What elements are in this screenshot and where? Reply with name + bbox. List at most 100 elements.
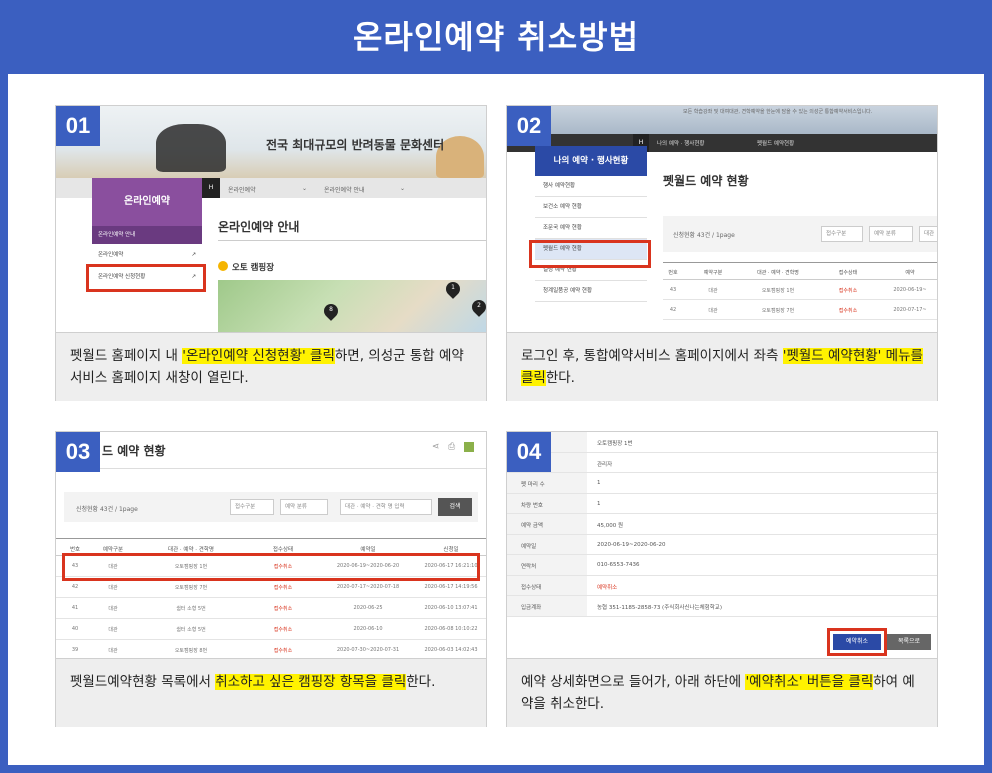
detail-label: 펫 마리 수 xyxy=(521,482,545,488)
banner: 전국 최대규모의 반려동물 문화센터 xyxy=(56,106,486,178)
share-icon[interactable]: ⋖ xyxy=(432,442,440,452)
detail-row: 관리자 xyxy=(507,452,937,473)
table-row[interactable]: 42 대관 오토캠핑장 7번 접수취소 2020-07-17~ xyxy=(663,300,937,320)
table-cell: 대관 xyxy=(108,585,118,591)
column-header: 예약일 xyxy=(360,547,376,553)
nav-item[interactable]: 온라인예약 안내 xyxy=(324,185,365,194)
table-cell: 41 xyxy=(71,605,79,611)
column-header: 접수상태 xyxy=(272,547,294,553)
step-03-screenshot: 03 드 예약 현황 ⋖ ⎙ 신청현황 43건 / 1page 접수구분 예약 … xyxy=(56,432,486,658)
sidebar-item[interactable]: 보건소 예약 현황 xyxy=(535,197,647,218)
column-header: 대관 · 예약 · 견학명 xyxy=(168,547,214,553)
caption-text: 한다. xyxy=(545,370,575,386)
table-cell: 접수취소 xyxy=(273,648,293,654)
table-cell: 접수취소 xyxy=(273,627,293,633)
detail-label: 입금계좌 xyxy=(521,605,542,611)
table-cell: 2020-06-19~ xyxy=(893,287,927,293)
step-number: 04 xyxy=(507,432,551,472)
sidebar-item[interactable]: 행사 예약현황 xyxy=(535,176,647,197)
type-select[interactable]: 예약 분류 xyxy=(280,499,328,515)
caption-highlight: 취소하고 싶은 캠핑장 항목을 클릭 xyxy=(215,674,407,690)
table-cell: 42 xyxy=(669,307,677,313)
detail-value: 1 xyxy=(597,480,601,486)
sidebar-item[interactable]: 온라인예약 ↗ xyxy=(92,244,202,266)
step-number: 01 xyxy=(56,106,100,146)
nav-item[interactable]: 온라인예약 xyxy=(228,185,256,194)
table-row[interactable]: 43 대관 오토캠핑장 1번 접수취소 2020-06-19~ xyxy=(663,280,937,300)
step-caption: 로그인 후, 통합예약서비스 홈페이지에서 좌측 '펫월드 예약현황' 메뉴를 … xyxy=(507,332,937,401)
nav-item[interactable]: 펫월드 예약현황 xyxy=(757,139,794,147)
table-row[interactable]: 39 대관 오토캠핑장 8번 접수취소 2020-07-30~2020-07-31 202… xyxy=(56,640,486,658)
count-text: 신청현황 43건 / 1page xyxy=(76,506,138,513)
table-header: 번호 예약구분 대관 · 예약 · 견학명 접수상태 예약 xyxy=(663,262,937,280)
detail-label: 차량 번호 xyxy=(521,502,543,509)
table-cell: 오토캠핑장 7번 xyxy=(174,585,208,591)
excel-icon[interactable] xyxy=(464,442,474,452)
step-card-01: 01 전국 최대규모의 반려동물 문화센터 H 온라인예약 ⌄ 온라인예약 안내… xyxy=(55,105,487,401)
home-icon[interactable]: H xyxy=(202,178,220,198)
category-select[interactable]: 접수구분 xyxy=(821,226,863,242)
category-select[interactable]: 접수구분 xyxy=(230,499,274,515)
reservation-table: 번호 예약구분 대관 · 예약 · 견학명 접수상태 예약 43 대관 오토캠핑장 1번 접수취… xyxy=(663,262,937,320)
sidebar-title: 온라인예약 xyxy=(92,178,202,226)
detail-label-cell xyxy=(507,514,587,534)
content-title: 온라인예약 안내 xyxy=(218,220,300,234)
print-icon[interactable]: ⎙ xyxy=(448,442,455,452)
table-cell: 대관 xyxy=(108,606,118,612)
table-cell: 대관 xyxy=(108,627,118,633)
sidebar-item[interactable]: 청계일품공 예약 현황 xyxy=(535,281,647,302)
banner: 모든 학습강좌 및 대여대관, 견학예약을 한눈에 담을 수 있는 의성군 통합… xyxy=(507,106,937,134)
table-cell: 쉼터 소형 5번 xyxy=(176,606,206,612)
table-cell: 오토캠핑장 7번 xyxy=(761,308,795,314)
table-row[interactable]: 40 대관 쉼터 소형 5번 접수취소 2020-06-10 2020-06-08 10:… xyxy=(56,619,486,640)
detail-value: 농협 351-1185-2858-73 (주식회사신나는체험학교) xyxy=(597,605,723,611)
table-cell: 43 xyxy=(669,287,677,293)
campsite-map: 1 2 8 xyxy=(218,279,486,332)
table-cell: 접수취소 xyxy=(273,585,293,591)
detail-value: 오토캠핑장 1번 xyxy=(597,441,633,447)
detail-label-cell xyxy=(507,534,587,554)
search-button[interactable]: 검색 xyxy=(438,498,472,516)
detail-label: 접수상태 xyxy=(521,584,542,591)
type-select[interactable]: 예약 분류 xyxy=(869,226,913,242)
column-header: 번호 xyxy=(69,547,81,553)
caption-text: 한다. xyxy=(406,674,436,690)
detail-row: 접수상태 예약취소 xyxy=(507,575,937,596)
sidebar-item[interactable]: 온라인예약 안내 xyxy=(92,226,202,244)
highlight-box xyxy=(529,240,651,268)
table-cell: 39 xyxy=(71,647,79,653)
table-cell: 대관 xyxy=(708,308,718,314)
detail-label-cell xyxy=(507,555,587,575)
search-input[interactable]: 대관 · 예약 · 견학 명 입력 xyxy=(340,499,432,515)
detail-value: 010-6553-7436 xyxy=(597,562,640,568)
content-title: 펫월드 예약 현황 xyxy=(663,174,749,188)
sub-title: 오토 캠핑장 xyxy=(232,263,275,273)
search-input[interactable]: 대관 xyxy=(919,226,937,242)
nav-item[interactable]: 나의 예약 · 행사현황 xyxy=(657,139,704,147)
step-01-screenshot: 01 전국 최대규모의 반려동물 문화센터 H 온라인예약 ⌄ 온라인예약 안내… xyxy=(56,106,486,332)
external-link-icon: ↗ xyxy=(191,252,196,258)
table-cell: 2020-06-25 xyxy=(353,605,383,611)
detail-value: 45,000 원 xyxy=(597,523,624,529)
step-caption: 펫월드예약현황 목록에서 취소하고 싶은 캠핑장 항목을 클릭한다. xyxy=(56,658,486,727)
table-cell: 2020-07-17~ xyxy=(893,307,927,313)
back-to-list-button[interactable]: 목록으로 xyxy=(887,634,931,650)
sidebar-list: 행사 예약현황 보건소 예약 현황 조문국 예약 현황 펫월드 예약 현황 컬링 예약 … xyxy=(535,176,647,302)
content-title: 드 예약 현황 xyxy=(102,444,166,458)
table-row[interactable]: 41 대관 쉼터 소형 5번 접수취소 2020-06-25 2020-06-10 13:… xyxy=(56,598,486,619)
detail-label: 연락처 xyxy=(521,564,537,570)
detail-label-cell xyxy=(507,493,587,513)
table-cell: 2020-07-30~2020-07-31 xyxy=(336,647,400,653)
table-cell: 2020-06-10 xyxy=(353,626,383,632)
detail-row: 차량 번호 1 xyxy=(507,493,937,514)
divider xyxy=(218,240,486,241)
table-cell: 오토캠핑장 1번 xyxy=(761,288,795,294)
table-cell: 42 xyxy=(71,584,79,590)
sidebar-item[interactable]: 조문국 예약 현황 xyxy=(535,218,647,239)
detail-row: 예약일 2020-06-19~2020-06-20 xyxy=(507,534,937,555)
detail-row: 연락처 010-6553-7436 xyxy=(507,555,937,576)
table-cell: 접수취소 xyxy=(838,288,858,294)
caption-text: 펫월드 홈페이지 내 xyxy=(70,348,183,364)
map-pin-label: 2 xyxy=(477,302,481,309)
highlight-box xyxy=(827,628,887,656)
